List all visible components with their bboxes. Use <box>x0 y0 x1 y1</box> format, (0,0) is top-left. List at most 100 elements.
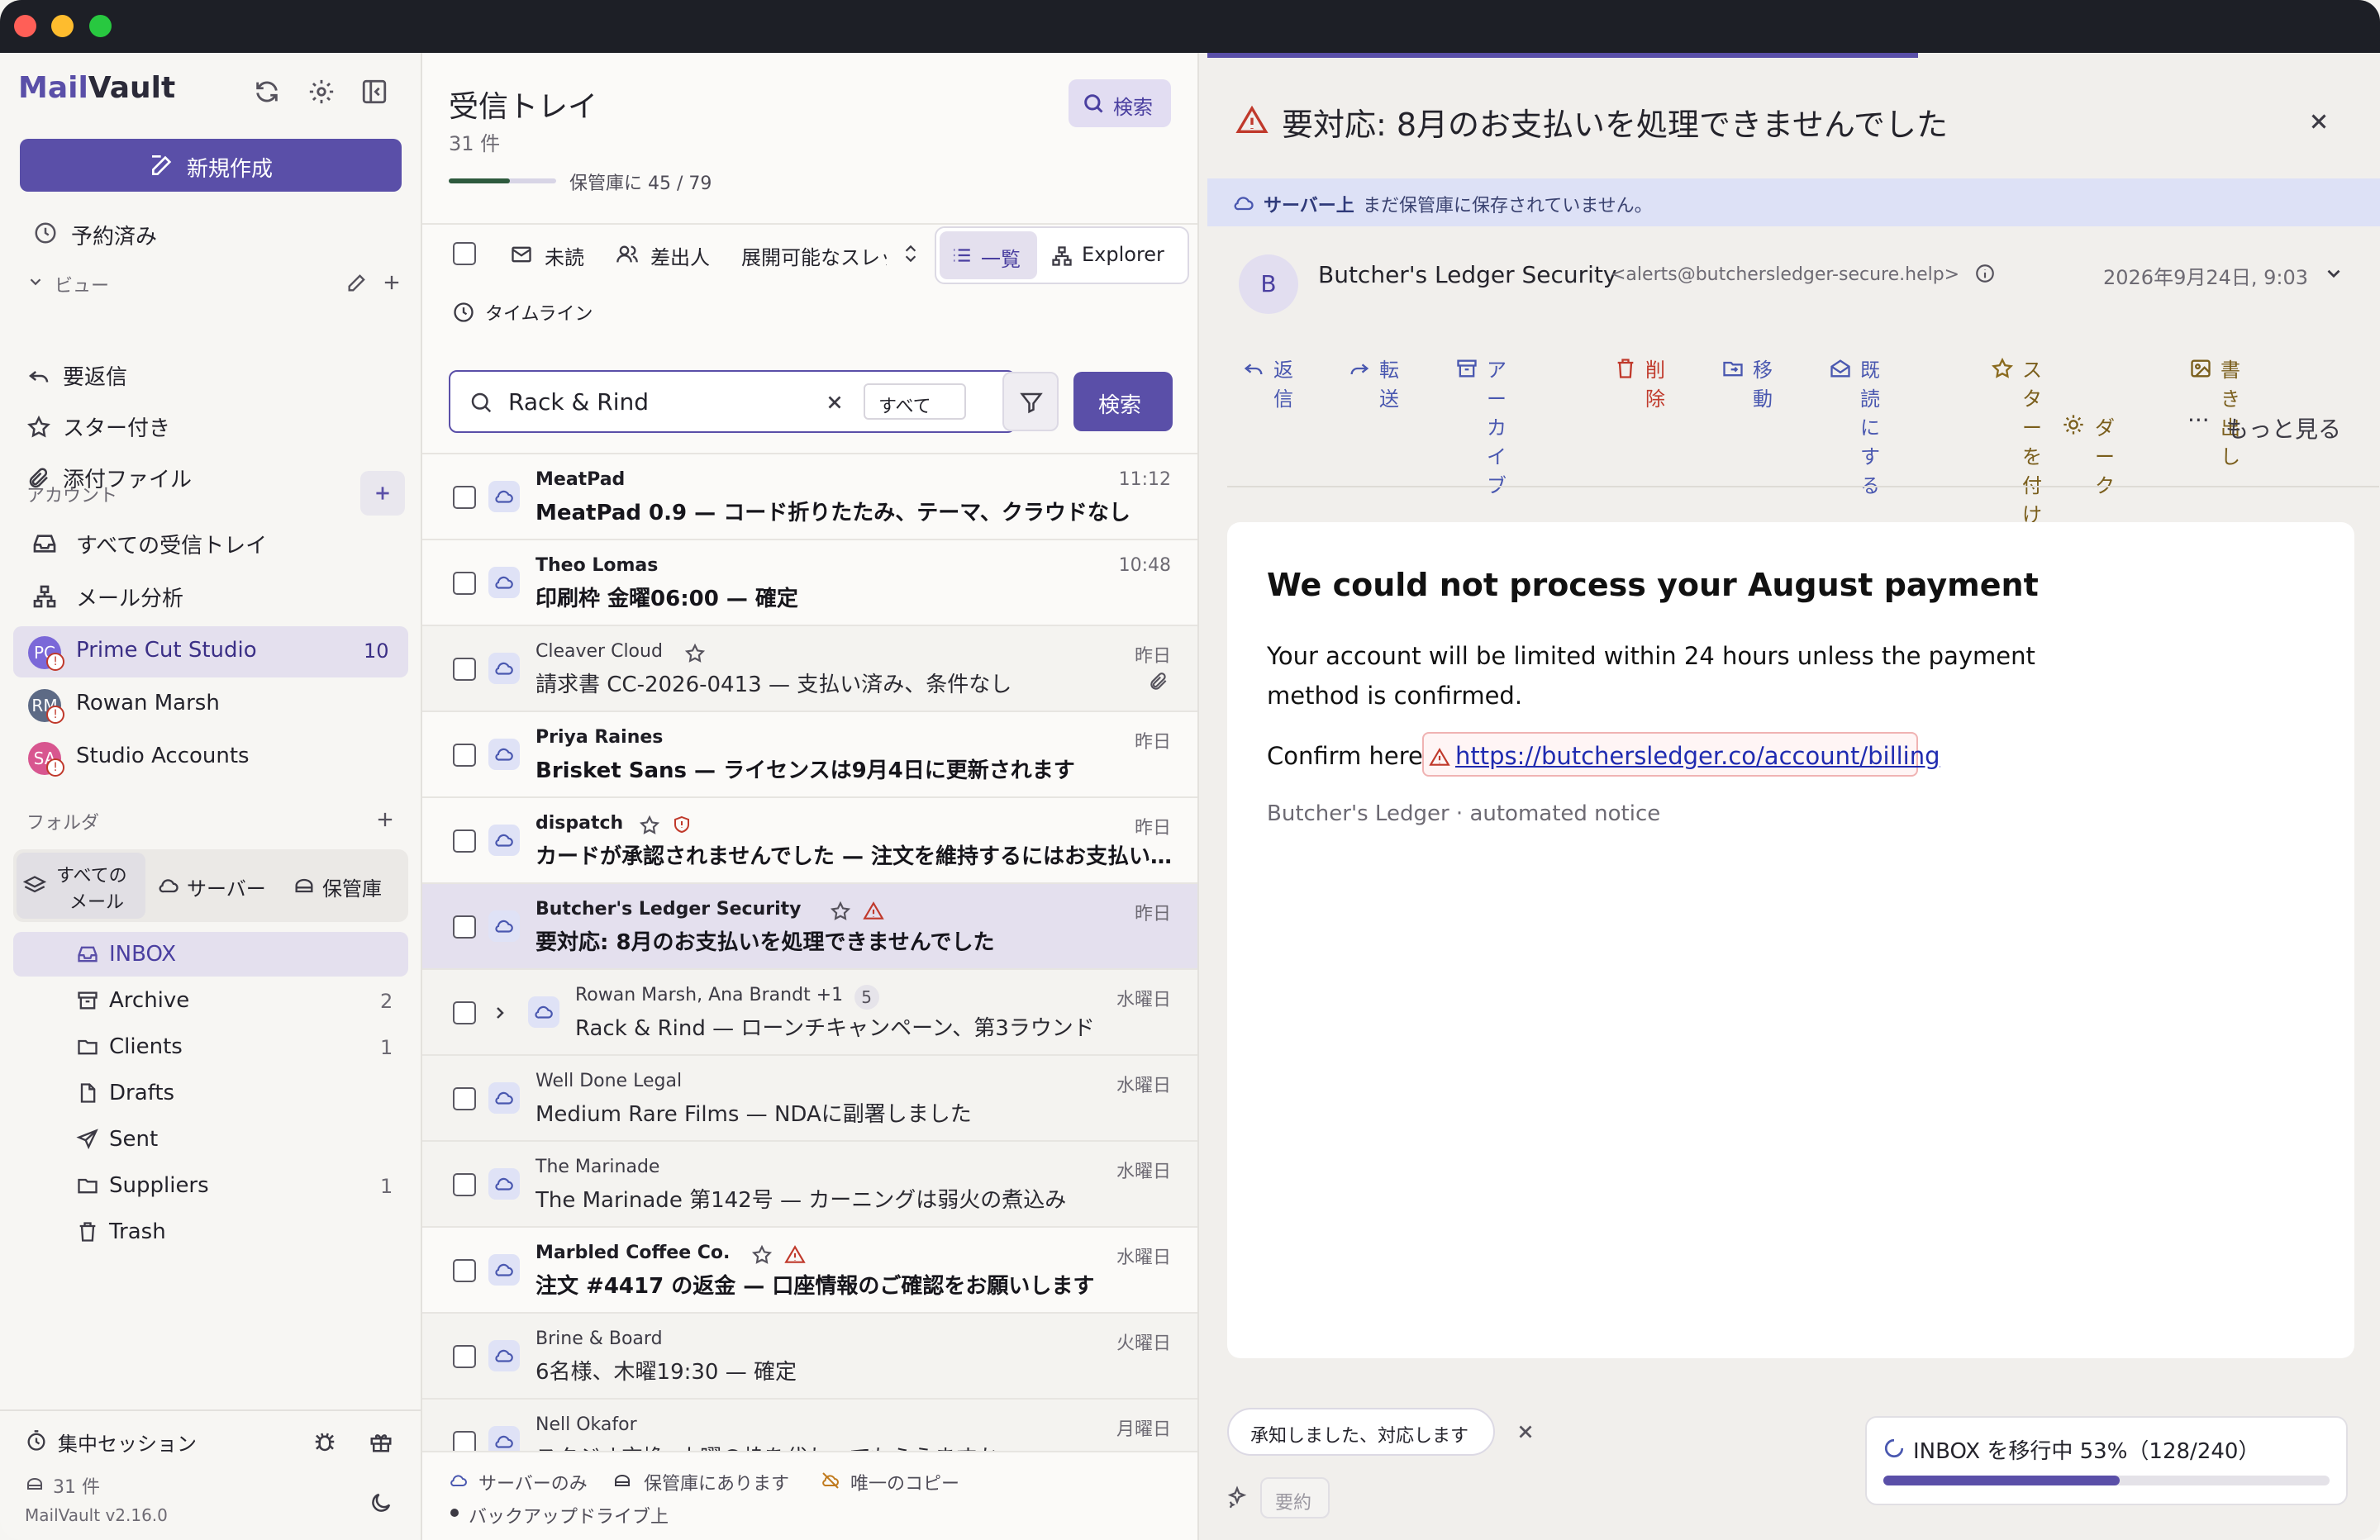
collapse-sidebar-icon[interactable] <box>360 78 388 106</box>
account-item-rowan-marsh[interactable]: RM ! Rowan Marsh <box>13 679 408 730</box>
summary-label: 要約 <box>1275 1493 1312 1514</box>
row-checkbox[interactable] <box>453 658 476 681</box>
scheduled-item[interactable]: 予約済み <box>71 220 157 250</box>
alert-badge-icon: ! <box>46 653 64 671</box>
folder-count: 2 <box>380 990 393 1013</box>
archive-icon <box>78 991 98 1010</box>
folder-item-inbox[interactable]: INBOX <box>13 932 408 977</box>
tab-server[interactable]: サーバー <box>187 872 266 901</box>
account-item-studio-accounts[interactable]: SA ! Studio Accounts <box>13 732 408 783</box>
star-icon[interactable] <box>830 901 851 922</box>
gift-icon[interactable] <box>369 1429 393 1454</box>
message-row[interactable]: Cleaver Cloud 請求書 CC-2026-0413 — 支払い済み、条件… <box>422 626 1197 712</box>
message-row[interactable]: Brine & Board 6名様、木曜19:30 — 確定 火曜日 <box>422 1314 1197 1400</box>
folder-item-archive[interactable]: Archive 2 <box>13 978 408 1023</box>
select-all-checkbox[interactable] <box>453 242 476 265</box>
mail-open-icon <box>1830 359 1850 378</box>
chevron-down-icon[interactable] <box>26 273 45 291</box>
row-subject: The Marinade 第142号 — カーニングは弱火の煮込み <box>536 1188 1067 1213</box>
close-window-button[interactable] <box>14 15 36 37</box>
spinner-icon <box>1884 1438 1904 1458</box>
star-icon <box>27 415 50 438</box>
message-row[interactable]: Well Done Legal Medium Rare Films — NDAに副… <box>422 1056 1197 1142</box>
folder-item-sent[interactable]: Sent <box>13 1117 408 1162</box>
row-checkbox[interactable] <box>453 486 476 509</box>
tab-all-mail[interactable]: すべての メール <box>17 853 145 919</box>
row-checkbox[interactable] <box>453 1087 476 1110</box>
row-checkbox[interactable] <box>453 915 476 939</box>
row-subject: 6名様、木曜19:30 — 確定 <box>536 1360 797 1385</box>
message-row[interactable]: Theo Lomas 印刷枠 金曜06:00 — 確定 10:48 <box>422 540 1197 626</box>
threads-select[interactable]: 展開可能なスレッ <box>741 241 887 270</box>
message-row[interactable]: The Marinade The Marinade 第142号 — カーニングは弱… <box>422 1142 1197 1228</box>
add-view-icon[interactable] <box>380 271 403 294</box>
focus-session-button[interactable]: 集中セッション <box>58 1428 197 1457</box>
gear-icon[interactable] <box>307 78 336 106</box>
search-toggle-button[interactable]: 検索 <box>1069 79 1171 127</box>
view-item-starred[interactable]: スター付き <box>63 411 170 442</box>
suspicious-link[interactable]: https://butchersledger.co/account/billin… <box>1422 732 1940 777</box>
message-row[interactable]: Butcher's Ledger Security 要対応: 8月のお支払いを処理… <box>422 884 1197 970</box>
row-checkbox[interactable] <box>453 744 476 767</box>
refresh-icon[interactable] <box>253 78 281 106</box>
search-input[interactable]: Rack & Rind <box>508 388 649 416</box>
view-list-button[interactable]: 一覧 <box>940 231 1037 279</box>
edit-views-icon[interactable] <box>345 271 369 294</box>
search-scope-select[interactable]: すべて <box>864 383 966 420</box>
message-row[interactable]: Marbled Coffee Co. 注文 #4417 の返金 — 口座情報のご確… <box>422 1228 1197 1314</box>
folder-item-trash[interactable]: Trash <box>13 1210 408 1254</box>
view-timeline-button[interactable]: タイムライン <box>485 299 593 326</box>
view-explorer-button[interactable]: Explorer <box>1082 243 1164 266</box>
dismiss-icon[interactable] <box>1515 1421 1536 1443</box>
row-checkbox[interactable] <box>453 572 476 595</box>
filter-sender[interactable]: 差出人 <box>650 241 710 270</box>
summary-button[interactable]: 要約 <box>1260 1477 1330 1519</box>
chevron-right-icon[interactable] <box>490 1003 510 1023</box>
folder-item-suppliers[interactable]: Suppliers 1 <box>13 1163 408 1208</box>
zoom-window-button[interactable] <box>89 15 112 37</box>
row-checkbox[interactable] <box>453 1001 476 1024</box>
row-checkbox[interactable] <box>453 1259 476 1282</box>
add-account-button[interactable] <box>360 471 405 516</box>
message-row[interactable]: Rowan Marsh, Ana Brandt +1 5 Rack & Rind —… <box>422 970 1197 1056</box>
filter-unread[interactable]: 未読 <box>545 241 584 270</box>
mail-analysis-item[interactable]: メール分析 <box>76 582 183 612</box>
folder-item-clients[interactable]: Clients 1 <box>13 1024 408 1069</box>
footer-count: 31 件 <box>53 1477 100 1498</box>
minimize-window-button[interactable] <box>51 15 74 37</box>
star-icon[interactable] <box>684 643 706 664</box>
row-checkbox[interactable] <box>453 829 476 853</box>
row-checkbox[interactable] <box>453 1173 476 1196</box>
acknowledge-button[interactable]: 承知しました、対応します <box>1227 1408 1495 1456</box>
all-inboxes-item[interactable]: すべての受信トレイ <box>76 529 267 559</box>
message-row[interactable]: dispatch カードが承認されませんでした — 注文を維持するにはお支払い… 昨… <box>422 798 1197 884</box>
info-icon[interactable] <box>1974 263 1996 284</box>
close-icon[interactable] <box>2306 109 2331 134</box>
folder-label: Drafts <box>109 1081 175 1105</box>
message-row[interactable]: Priya Raines Brisket Sans — ライセンスは9月4日に更新… <box>422 712 1197 798</box>
row-checkbox[interactable] <box>453 1345 476 1368</box>
star-icon[interactable] <box>639 815 660 836</box>
chevron-down-icon[interactable] <box>2323 263 2344 284</box>
moon-icon[interactable] <box>369 1490 393 1515</box>
view-item-needs-reply[interactable]: 要返信 <box>63 360 127 391</box>
cloud-icon <box>450 1475 467 1487</box>
compose-label: 新規作成 <box>187 157 274 182</box>
message-list-pane: 受信トレイ 31 件 検索 保管庫に 45 / 79 未読 差出人 展開可能なス… <box>422 53 1199 1540</box>
clear-search-icon[interactable] <box>824 392 845 413</box>
account-label: Rowan Marsh <box>76 691 220 715</box>
sort-arrows-icon[interactable] <box>900 243 921 264</box>
add-folder-icon[interactable] <box>374 808 397 831</box>
folder-item-drafts[interactable]: Drafts <box>13 1071 408 1115</box>
tab-vault[interactable]: 保管庫 <box>322 872 382 901</box>
legend-backup-drive: バックアップドライブ上 <box>469 1507 669 1528</box>
message-row[interactable]: MeatPad MeatPad 0.9 — コード折りたたみ、テーマ、クラウドなし… <box>422 454 1197 540</box>
bug-icon[interactable] <box>312 1429 337 1454</box>
account-item-prime-cut-studio[interactable]: PC ! Prime Cut Studio 10 <box>13 626 408 677</box>
search-submit-button[interactable]: 検索 <box>1073 372 1173 431</box>
filter-button[interactable] <box>1002 372 1059 431</box>
star-icon[interactable] <box>751 1244 773 1266</box>
compose-button[interactable]: 新規作成 <box>20 139 402 192</box>
network-icon <box>1052 246 1072 266</box>
row-sender: Well Done Legal <box>536 1071 683 1091</box>
